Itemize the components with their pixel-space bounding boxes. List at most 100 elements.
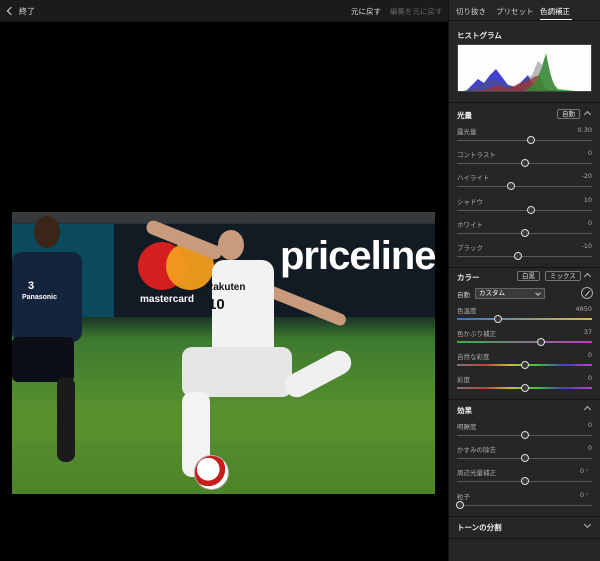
- mastercard-text: mastercard: [140, 294, 194, 305]
- divider: [449, 102, 600, 103]
- slider-knob[interactable]: [455, 501, 464, 509]
- left-player-number: 3: [28, 280, 35, 292]
- back-button[interactable]: 終了: [6, 4, 35, 18]
- slider-label: 明瞭度: [457, 423, 477, 431]
- divider: [449, 538, 600, 539]
- slider-track: [457, 140, 592, 141]
- back-label: 終了: [19, 6, 35, 16]
- left-player-shorts: [12, 337, 74, 382]
- slider-saturation[interactable]: 彩度 0: [457, 374, 592, 396]
- main-player-sponsor: Rakuten: [206, 282, 246, 293]
- tab-adjust[interactable]: 色調補正: [540, 0, 572, 20]
- adjustment-panel: 切り抜き プリセット 色調補正 ヒストグラム 光量 自動 露光量 0.30 コン…: [448, 0, 600, 561]
- slider-knob[interactable]: [520, 159, 529, 167]
- slider-clarity[interactable]: 明瞭度 0: [457, 421, 592, 443]
- slider-value: 37: [583, 328, 592, 336]
- slider-value: -10: [581, 242, 592, 250]
- slider-vibrance[interactable]: 自然な彩度 0: [457, 351, 592, 373]
- histogram-graph: [463, 53, 576, 91]
- divider: [449, 267, 600, 268]
- slider-exposure[interactable]: 露光量 0.30: [457, 126, 592, 148]
- soccer-ball: [194, 455, 229, 490]
- slider-label: ハイライト: [457, 174, 490, 182]
- slider-knob[interactable]: [527, 136, 536, 144]
- main-player-shorts: [182, 347, 292, 397]
- slider-knob[interactable]: [520, 361, 529, 369]
- slider-dehaze[interactable]: かすみの除去 0: [457, 444, 592, 466]
- divider: [449, 20, 600, 21]
- white-balance-row: 自動 カスタム: [457, 288, 545, 299]
- slider-value: 10: [583, 196, 592, 204]
- slider-label: 粒子: [457, 493, 470, 501]
- slider-label: 自然な彩度: [457, 353, 490, 361]
- slider-whites[interactable]: ホワイト 0: [457, 219, 592, 241]
- histogram-title: ヒストグラム: [457, 31, 502, 40]
- chevron-down-icon: [535, 290, 541, 296]
- chevron-down-icon[interactable]: [583, 520, 592, 529]
- slider-value: -20: [581, 172, 592, 180]
- panel-tabs: 切り抜き プリセット 色調補正: [449, 0, 600, 20]
- color-section-title: カラー: [457, 273, 480, 282]
- slider-track: [457, 186, 592, 187]
- slider-knob[interactable]: [520, 454, 529, 462]
- slider-label: ホワイト: [457, 221, 483, 229]
- slider-value: 0: [587, 374, 592, 382]
- slider-track: [457, 256, 592, 257]
- slider-knob[interactable]: [536, 338, 545, 346]
- left-player-sponsor: Panasonic: [22, 294, 58, 301]
- chevron-right-icon[interactable]: ‹: [586, 491, 592, 499]
- wb-auto-button[interactable]: 自動: [457, 289, 475, 299]
- slider-track: [457, 210, 592, 211]
- slider-knob[interactable]: [527, 206, 536, 214]
- slider-value: 0: [587, 444, 592, 452]
- slider-label: シャドウ: [457, 198, 483, 206]
- wb-preset-select[interactable]: カスタム: [475, 288, 545, 299]
- divider: [449, 516, 600, 517]
- priceline-text: priceline: [280, 234, 435, 278]
- slider-knob[interactable]: [520, 229, 529, 237]
- bw-button[interactable]: 白黒: [517, 271, 540, 281]
- tab-presets[interactable]: プリセット: [496, 0, 538, 20]
- slider-label: 色温度: [457, 307, 477, 315]
- slider-value: 4850: [575, 305, 592, 313]
- slider-temperature[interactable]: 色温度 4850: [457, 305, 592, 327]
- slider-value: 0.30: [577, 126, 592, 134]
- histogram: [457, 44, 592, 92]
- slider-label: 色かぶり補正: [457, 330, 496, 338]
- split-toning-title[interactable]: トーンの分割: [457, 522, 502, 533]
- chevron-right-icon[interactable]: ‹: [586, 467, 592, 475]
- slider-tint[interactable]: 色かぶり補正 37: [457, 328, 592, 350]
- undo-revert-button[interactable]: 編集を元に戻す: [390, 6, 443, 17]
- slider-shadows[interactable]: シャドウ 10: [457, 196, 592, 218]
- slider-value: 0: [587, 351, 592, 359]
- revert-button[interactable]: 元に戻す: [351, 6, 381, 17]
- effects-section-title: 効果: [457, 406, 472, 415]
- slider-contrast[interactable]: コントラスト 0: [457, 149, 592, 171]
- slider-knob[interactable]: [520, 384, 529, 392]
- chevron-up-icon[interactable]: [583, 110, 592, 119]
- light-auto-button[interactable]: 自動: [557, 109, 580, 119]
- photo-canvas: mastercard priceline 3 Panasonic Rakuten…: [0, 22, 448, 561]
- slider-blacks[interactable]: ブラック -10: [457, 242, 592, 264]
- slider-highlights[interactable]: ハイライト -20: [457, 172, 592, 194]
- eyedropper-icon[interactable]: [581, 287, 593, 299]
- slider-knob[interactable]: [493, 315, 502, 323]
- tab-crop[interactable]: 切り抜き: [456, 0, 492, 20]
- slider-value: 0: [587, 421, 592, 429]
- slider-label: 周辺光量補正: [457, 469, 496, 477]
- slider-knob[interactable]: [520, 477, 529, 485]
- slider-value: 0: [579, 491, 584, 499]
- topbar: 終了 元に戻す 編集を元に戻す: [0, 0, 448, 22]
- slider-knob[interactable]: [507, 182, 515, 190]
- slider-label: かすみの除去: [457, 446, 496, 454]
- slider-label: ブラック: [457, 244, 483, 252]
- mix-button[interactable]: ミックス: [545, 271, 581, 281]
- chevron-up-icon[interactable]: [583, 272, 592, 281]
- main-player-number: 10: [208, 296, 225, 313]
- slider-grain[interactable]: 粒子 0 ‹: [455, 491, 592, 513]
- slider-knob[interactable]: [513, 252, 522, 260]
- slider-vignette[interactable]: 周辺光量補正 0 ‹: [457, 467, 592, 489]
- chevron-up-icon[interactable]: [583, 405, 592, 414]
- slider-knob[interactable]: [520, 431, 529, 439]
- main-player-head: [218, 230, 244, 260]
